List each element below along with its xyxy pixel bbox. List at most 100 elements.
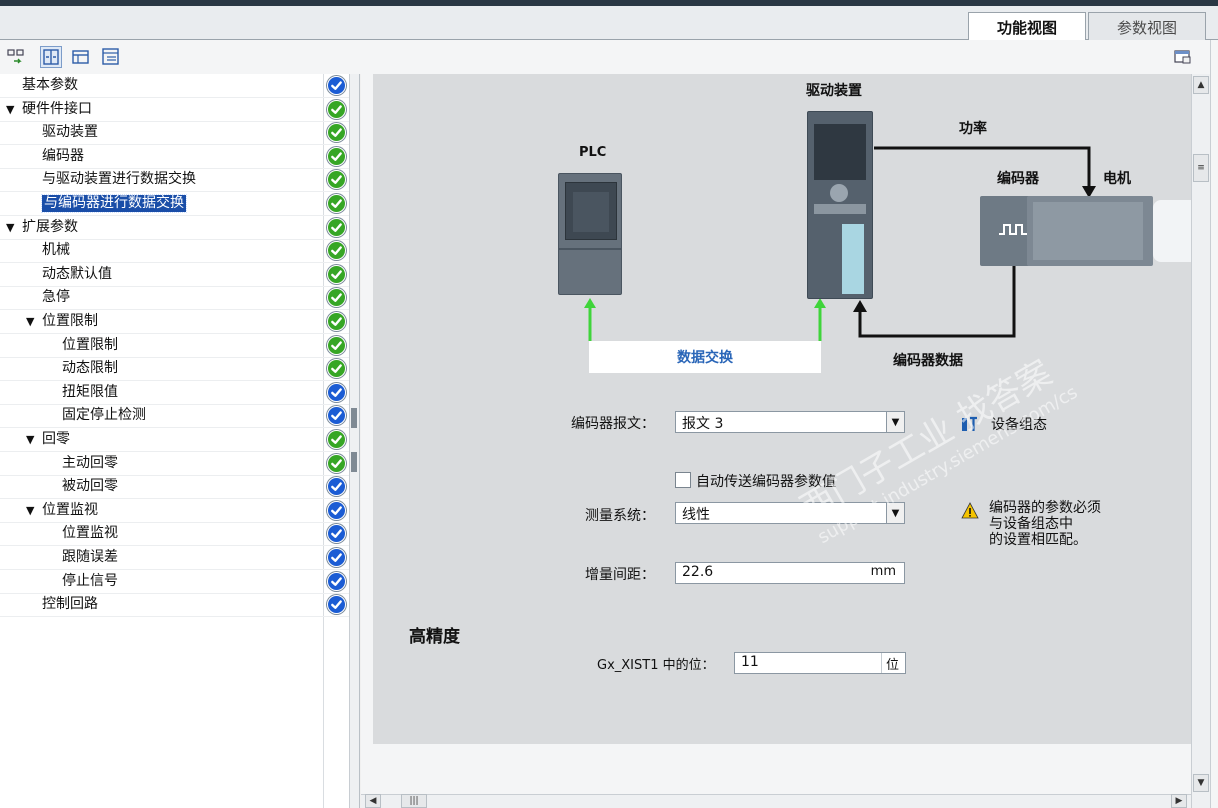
auto-transfer-label: 自动传送编码器参数值 — [696, 474, 836, 490]
increment-unit: mm — [870, 564, 896, 579]
nav-item[interactable]: ▼ 扩展参数 — [0, 216, 349, 240]
expand-toggle-icon[interactable]: ▼ — [26, 431, 34, 448]
tab-parameter-view[interactable]: 参数视图 — [1088, 12, 1206, 41]
status-check-icon — [327, 335, 346, 355]
expand-toggle-icon[interactable]: ▼ — [26, 502, 34, 519]
nav-item[interactable]: 固定停止检测 — [0, 404, 349, 429]
status-check-icon — [327, 477, 346, 497]
scroll-down-icon[interactable]: ▼ — [1193, 774, 1209, 792]
vertical-scrollbar[interactable]: ▲ ≡ ▼ — [1191, 74, 1210, 808]
nav-item[interactable]: ▼ 位置限制 — [0, 310, 349, 334]
encoder-data-label: 编码器数据 — [893, 353, 963, 369]
tab-function-view[interactable]: 功能视图 — [968, 12, 1086, 41]
status-check-icon — [327, 170, 346, 190]
split-view-icon[interactable] — [40, 46, 62, 68]
chevron-down-icon[interactable]: ▼ — [886, 412, 904, 432]
status-check-icon — [327, 359, 346, 379]
scroll-right-icon[interactable]: ▶ — [1171, 794, 1187, 808]
high-precision-title: 高精度 — [409, 627, 460, 647]
bits-input[interactable]: 11 位 — [734, 652, 906, 674]
expand-toggle-icon[interactable]: ▼ — [26, 313, 34, 330]
device-config-link[interactable]: 设备组态 — [991, 414, 1047, 434]
nav-item[interactable]: 被动回零 — [0, 475, 349, 500]
nav-item[interactable]: 位置监视 — [0, 522, 349, 547]
plc-device-image — [558, 173, 622, 295]
nav-item-label: 位置限制 — [42, 313, 98, 329]
nav-item[interactable]: ▼ 位置监视 — [0, 499, 349, 523]
collapse-tree-icon[interactable] — [100, 46, 122, 68]
status-check-icon — [327, 288, 346, 308]
nav-item[interactable]: 与驱动装置进行数据交换 — [0, 168, 349, 193]
status-check-icon — [327, 146, 346, 166]
status-check-icon — [327, 406, 346, 426]
nav-item[interactable]: 控制回路 — [0, 593, 349, 618]
nav-item-label: 急停 — [42, 289, 70, 306]
scroll-up-icon[interactable]: ▲ — [1193, 76, 1209, 94]
nav-item-label: 位置限制 — [62, 336, 118, 353]
status-check-icon — [327, 595, 346, 615]
expand-right-icon[interactable] — [351, 452, 357, 472]
data-exchange-label: 数据交换 — [589, 341, 821, 373]
scroll-left-icon[interactable]: ◀ — [365, 794, 381, 808]
status-check-icon — [327, 430, 346, 449]
status-check-icon — [327, 76, 346, 95]
drive-device-image — [807, 111, 873, 299]
window-icon[interactable] — [1172, 46, 1194, 68]
warning-icon — [961, 502, 979, 520]
plc-label: PLC — [579, 145, 607, 160]
nav-item[interactable]: 机械 — [0, 239, 349, 264]
nav-item-label: 动态限制 — [62, 360, 118, 377]
scroll-thumb[interactable]: ≡ — [1193, 154, 1209, 182]
nav-item-label: 动态默认值 — [42, 265, 112, 282]
nav-item[interactable]: 停止信号 — [0, 570, 349, 594]
status-check-icon — [327, 194, 346, 213]
expand-toggle-icon[interactable]: ▼ — [6, 101, 14, 118]
warning-line: 与设备组态中 — [989, 516, 1073, 532]
status-check-icon — [327, 123, 346, 143]
bits-unit: 位 — [880, 653, 903, 673]
collapse-left-icon[interactable] — [351, 408, 357, 428]
telegram-label: 编码器报文： — [571, 416, 655, 432]
compare-icon[interactable] — [6, 46, 28, 68]
increment-value: 22.6 — [682, 564, 714, 580]
expand-tree-icon[interactable] — [70, 46, 92, 68]
horizontal-scrollbar[interactable]: ◀ ||| ▶ — [361, 794, 1191, 808]
nav-item[interactable]: 编码器 — [0, 145, 349, 169]
telegram-value: 报文 3 — [682, 416, 724, 432]
nav-item-label: 位置监视 — [42, 501, 98, 518]
expand-toggle-icon[interactable]: ▼ — [6, 219, 14, 236]
nav-item[interactable]: 动态限制 — [0, 357, 349, 382]
nav-item[interactable]: 动态默认值 — [0, 263, 349, 287]
nav-item[interactable]: 基本参数 — [0, 74, 349, 98]
nav-item-label: 扭矩限值 — [62, 383, 118, 400]
measuring-system-dropdown[interactable]: 线性 ▼ — [675, 502, 905, 524]
nav-item[interactable]: 主动回零 — [0, 452, 349, 476]
auto-transfer-checkbox[interactable] — [675, 472, 691, 488]
nav-item[interactable]: ▼ 硬件件接口 — [0, 98, 349, 122]
status-check-icon — [327, 524, 346, 544]
status-check-icon — [327, 453, 346, 473]
chevron-down-icon[interactable]: ▼ — [886, 503, 904, 523]
device-config-icon[interactable] — [961, 415, 979, 433]
nav-item[interactable]: 跟随误差 — [0, 546, 349, 570]
hscroll-thumb[interactable]: ||| — [401, 794, 427, 808]
nav-item[interactable]: 急停 — [0, 286, 349, 311]
nav-item-label: 跟随误差 — [62, 549, 118, 565]
nav-item-label: 驱动装置 — [42, 124, 98, 141]
motor-label: 电机 — [1103, 171, 1131, 187]
nav-item[interactable]: 扭矩限值 — [0, 381, 349, 405]
increment-input[interactable]: 22.6 mm — [675, 562, 905, 584]
nav-item[interactable]: 驱动装置 — [0, 121, 349, 146]
nav-item-label: 回零 — [42, 431, 70, 447]
nav-item[interactable]: 位置限制 — [0, 334, 349, 358]
status-check-icon — [327, 312, 346, 331]
telegram-dropdown[interactable]: 报文 3 ▼ — [675, 411, 905, 433]
pane-splitter[interactable] — [350, 74, 360, 808]
status-check-icon — [327, 500, 346, 520]
drive-label: 驱动装置 — [806, 83, 862, 99]
nav-item[interactable]: 与编码器进行数据交换 — [0, 192, 349, 216]
nav-item[interactable]: ▼ 回零 — [0, 428, 349, 452]
bits-value: 11 — [741, 654, 759, 670]
nav-item-label: 控制回路 — [42, 596, 98, 613]
warning-text: 编码器的参数必须 与设备组态中 的设置相匹配。 — [989, 500, 1101, 548]
